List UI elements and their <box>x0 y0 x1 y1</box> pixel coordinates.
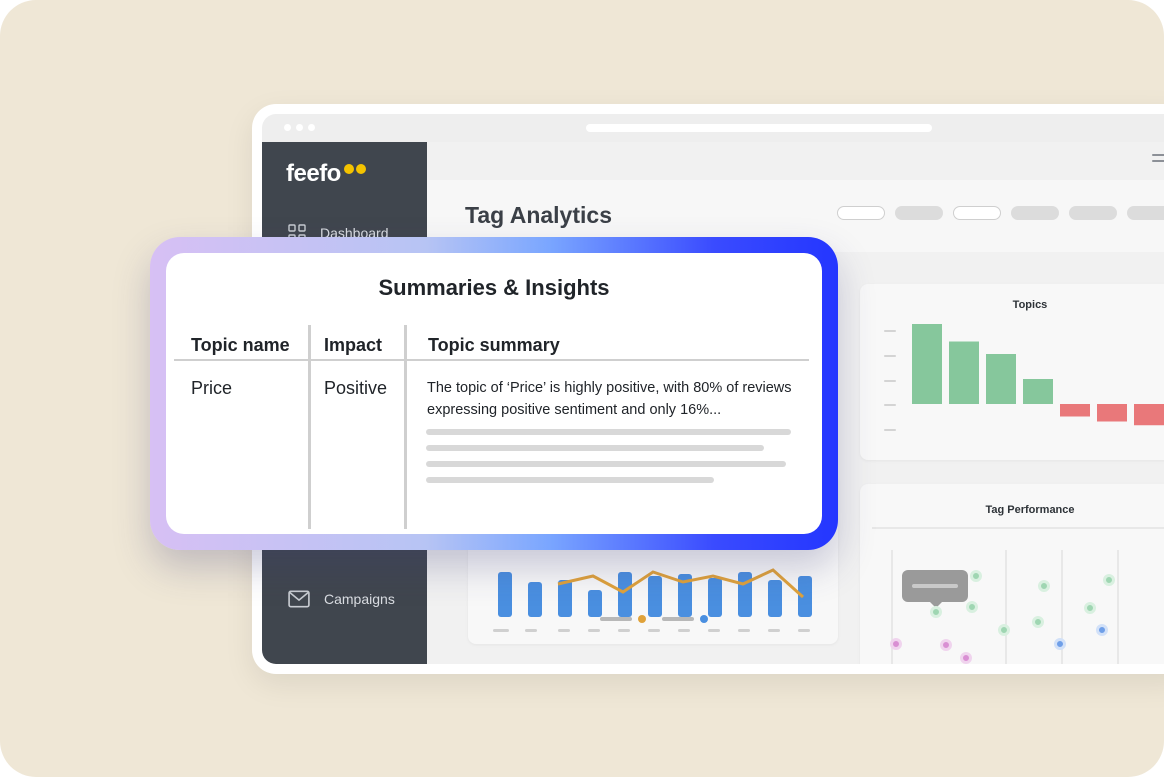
address-bar[interactable] <box>586 124 932 132</box>
filter-button[interactable] <box>837 206 885 220</box>
chart-point <box>966 601 978 613</box>
chart-bar <box>528 582 542 617</box>
volume-bars <box>498 572 812 617</box>
window-dot-icon <box>284 124 291 131</box>
y-axis-tick <box>884 380 896 382</box>
column-divider <box>404 325 407 529</box>
topic-bar[interactable] <box>1023 379 1053 404</box>
legend-dot-orange <box>638 615 646 623</box>
chart-point <box>1054 638 1066 650</box>
filter-button[interactable] <box>895 206 943 220</box>
y-axis-tick <box>884 404 896 406</box>
cell-topic-summary: The topic of ‘Price’ is highly positive,… <box>427 380 792 418</box>
tag-performance-card: Tag Performance <box>860 484 1164 664</box>
topic-bar[interactable] <box>1060 404 1090 417</box>
topics-card: Topics <box>860 284 1164 460</box>
topic-bar[interactable] <box>986 354 1016 404</box>
chart-bar <box>648 576 662 617</box>
placeholder-line <box>426 445 764 451</box>
cell-impact: Positive <box>324 378 388 398</box>
y-axis-tick <box>884 330 896 332</box>
chart-bar <box>618 572 632 617</box>
chart-point <box>1084 602 1096 614</box>
chart-point <box>940 639 952 651</box>
brand-name: feefo <box>286 160 341 187</box>
column-divider <box>308 325 311 529</box>
filter-button[interactable] <box>1069 206 1117 220</box>
tag-performance-chart <box>872 527 1164 664</box>
chart-point <box>1096 624 1108 636</box>
browser-toolbar <box>262 114 1164 142</box>
window-dot-icon <box>308 124 315 131</box>
x-axis-ticks <box>493 629 810 632</box>
chart-point <box>960 652 972 664</box>
header-divider <box>174 359 809 361</box>
cell-topic-name: Price <box>191 378 233 398</box>
column-header-topic-summary: Topic summary <box>428 335 560 355</box>
chart-point <box>998 624 1010 636</box>
tooltip <box>902 570 968 608</box>
chart-bar <box>498 572 512 617</box>
placeholder-line <box>426 461 786 467</box>
legend-dot-blue <box>700 615 708 623</box>
topic-bar[interactable] <box>1097 404 1127 422</box>
chart-point <box>1038 580 1050 592</box>
filter-button[interactable] <box>1011 206 1059 220</box>
chart-bar <box>798 576 812 617</box>
column-header-topic-name: Topic name <box>191 335 290 355</box>
column-header-impact: Impact <box>324 335 383 355</box>
background-canvas: feefo Dashboard Campaigns Tag Analytics … <box>0 0 1164 777</box>
y-axis-tick <box>884 355 896 357</box>
filter-button[interactable] <box>1127 206 1164 220</box>
filter-button[interactable] <box>953 206 1001 220</box>
summary-card-title: Summaries & Insights <box>378 275 610 300</box>
sidebar-item-label: Campaigns <box>324 591 395 607</box>
chart-bar <box>738 572 752 617</box>
sidebar-item-campaigns[interactable]: Campaigns <box>288 590 395 608</box>
summary-card: Summaries & Insights Topic name Impact T… <box>166 253 822 534</box>
placeholder-line <box>426 477 714 483</box>
topic-bar[interactable] <box>1134 404 1164 426</box>
chart-point <box>1103 574 1115 586</box>
menu-icon[interactable] <box>1152 154 1164 164</box>
brand-logo[interactable]: feefo <box>286 160 341 188</box>
chart-point <box>930 606 942 618</box>
chart-point <box>890 638 902 650</box>
window-dot-icon <box>296 124 303 131</box>
logo-eyes-icon <box>344 162 370 176</box>
topic-bar[interactable] <box>949 341 979 405</box>
page-title: Tag Analytics <box>465 202 612 228</box>
chart-legend <box>600 615 708 623</box>
envelope-icon <box>288 590 310 608</box>
chart-bar <box>768 580 782 617</box>
topics-chart <box>884 324 1164 431</box>
chart-point <box>1032 616 1044 628</box>
chart-bar <box>558 580 572 617</box>
chart-point <box>970 570 982 582</box>
y-axis-tick <box>884 429 896 431</box>
topic-bar[interactable] <box>912 324 942 404</box>
placeholder-line <box>426 429 791 435</box>
